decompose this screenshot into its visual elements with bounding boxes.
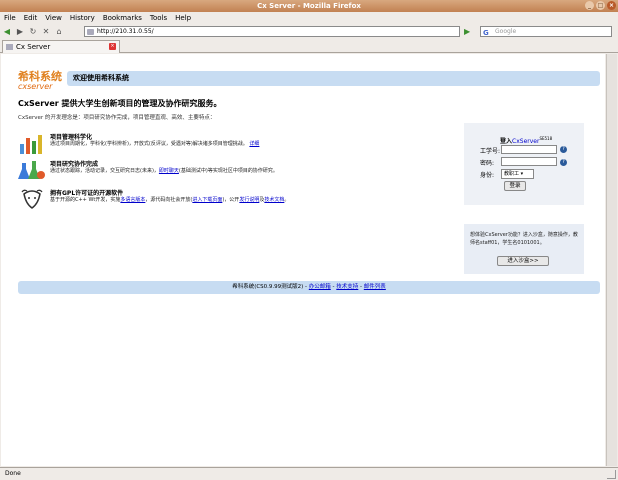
role-selected-value: 教职工 [504, 171, 520, 177]
role-label: 身份: [480, 172, 495, 179]
window-controls: _ □ × [585, 1, 616, 10]
window-titlebar: Cx Server - Mozilla Firefox _ □ × [0, 0, 618, 12]
site-icon [87, 29, 94, 35]
forward-icon[interactable]: ▶ [15, 27, 25, 36]
search-placeholder: Google [495, 28, 517, 35]
role-select[interactable]: 教职工 ▾ [501, 169, 534, 179]
stop-icon[interactable]: ✕ [41, 27, 51, 36]
feature-project-management: 项目管理科学化 通过项目周期化，学科化(学科辨析)，开放式(反评议，受遇对等)解… [18, 132, 438, 158]
close-tab-icon[interactable]: × [109, 43, 116, 50]
tab-favicon-icon [6, 44, 13, 50]
url-bar[interactable]: http://210.31.0.55/ [84, 26, 460, 37]
feature-desc: 通过状态跟踪，活动记录，交互研究日志(未来)，即时聊天(基础测试中)等实现社区中… [50, 168, 278, 174]
home-icon[interactable]: ⌂ [54, 27, 64, 36]
intro-text: CxServer 的开发理念是：项目研究协作完成，项目管理直观、高效、主要特点： [18, 115, 216, 121]
page-viewport: 希科系统 cxserver 欢迎使用希科系统 CxServer 提供大学生创新项… [1, 54, 605, 466]
status-bar: Done [0, 467, 618, 480]
tab-strip: Cx Server × [0, 39, 618, 53]
release-notes-link[interactable]: 发行说明 [239, 197, 259, 203]
sandbox-panel: 想体验CxServer功能？进入沙盒，随意操作，教师名staff01，学生名01… [464, 224, 584, 274]
mailing-list-link[interactable]: 邮件列表 [364, 284, 386, 290]
password-input[interactable] [501, 157, 557, 166]
password-label: 密码: [480, 160, 495, 167]
menu-file[interactable]: File [4, 14, 16, 22]
multilingual-link[interactable]: 多语言版本 [120, 197, 145, 203]
welcome-banner: 欢迎使用希科系统 [67, 71, 600, 86]
student-id-label: 工学号: [480, 148, 501, 155]
tab-cx-server[interactable]: Cx Server × [2, 40, 120, 53]
enter-sandbox-button[interactable]: 进入沙盒>> [497, 256, 549, 266]
login-button[interactable]: 登录 [504, 181, 526, 191]
office-mail-link[interactable]: 办公邮箱 [309, 284, 331, 290]
search-input[interactable]: G Google [480, 26, 612, 37]
flasks-icon [18, 161, 45, 179]
go-icon[interactable]: ▶ [464, 27, 470, 36]
vertical-scrollbar[interactable] [606, 54, 617, 466]
tab-label: Cx Server [16, 43, 51, 51]
feature-open-source: 拥有GPL许可证的开源软件 基于开源的C++ Wt开发，实施多语言版本，源代码向… [18, 188, 438, 214]
help-icon[interactable]: ? [560, 146, 567, 153]
reload-icon[interactable]: ↻ [28, 27, 38, 36]
chart-icon [20, 135, 42, 154]
search-engine-icon[interactable]: G [483, 28, 489, 38]
page-headline: CxServer 提供大学生创新项目的管理及协作研究服务。 [18, 99, 222, 108]
student-id-input[interactable] [501, 145, 557, 154]
menu-history[interactable]: History [70, 14, 95, 22]
sandbox-text: 想体验CxServer功能？进入沙盒，随意操作，教师名staff01，学生名01… [470, 232, 578, 246]
menu-view[interactable]: View [45, 14, 62, 22]
menu-tools[interactable]: Tools [150, 14, 167, 22]
site-logo[interactable]: 希科系统 cxserver [18, 68, 68, 94]
details-link[interactable]: 详细 [249, 141, 259, 147]
menubar: File Edit View History Bookmarks Tools H… [0, 12, 618, 24]
close-window-icon[interactable]: × [607, 1, 616, 10]
login-title: 登入CxServerSE518 [500, 136, 553, 145]
navigation-toolbar: ◀ ▶ ↻ ✕ ⌂ http://210.31.0.55/ ▶ G Google [0, 24, 618, 39]
feature-collaboration: 项目研究协作完成 通过状态跟踪，活动记录，交互研究日志(未来)，即时聊天(基础测… [18, 159, 438, 185]
page-footer: 希科系统(CS0.9.99测试版2) - 办公邮箱 - 技术支持 - 邮件列表 [18, 281, 600, 294]
download-link[interactable]: 进入下载页面 [192, 197, 222, 203]
feature-desc: 基于开源的C++ Wt开发，实施多语言版本，源代码向社会开放(进入下载页面)，公… [50, 197, 290, 203]
menu-bookmarks[interactable]: Bookmarks [103, 14, 142, 22]
gnu-icon [21, 189, 43, 209]
tech-docs-link[interactable]: 技术文档 [264, 197, 284, 203]
tech-support-link[interactable]: 技术支持 [336, 284, 358, 290]
menu-edit[interactable]: Edit [24, 14, 38, 22]
feature-desc: 通过项目周期化，学科化(学科辨析)，开放式(反评议，受遇对等)解决诸多项目管理挑… [50, 141, 260, 147]
menu-help[interactable]: Help [175, 14, 191, 22]
back-icon[interactable]: ◀ [2, 27, 12, 36]
minimize-icon[interactable]: _ [585, 1, 594, 10]
help-icon[interactable]: ? [560, 159, 567, 166]
status-text: Done [5, 470, 21, 477]
maximize-icon[interactable]: □ [596, 1, 605, 10]
window-title: Cx Server - Mozilla Firefox [257, 2, 361, 10]
resize-grip-icon[interactable] [607, 470, 616, 479]
url-text: http://210.31.0.55/ [97, 28, 154, 35]
instant-chat-link[interactable]: 即时聊天 [159, 168, 179, 174]
login-panel: 登入CxServerSE518 工学号: ? 密码: ? 身份: 教职工 ▾ 登… [464, 123, 584, 205]
